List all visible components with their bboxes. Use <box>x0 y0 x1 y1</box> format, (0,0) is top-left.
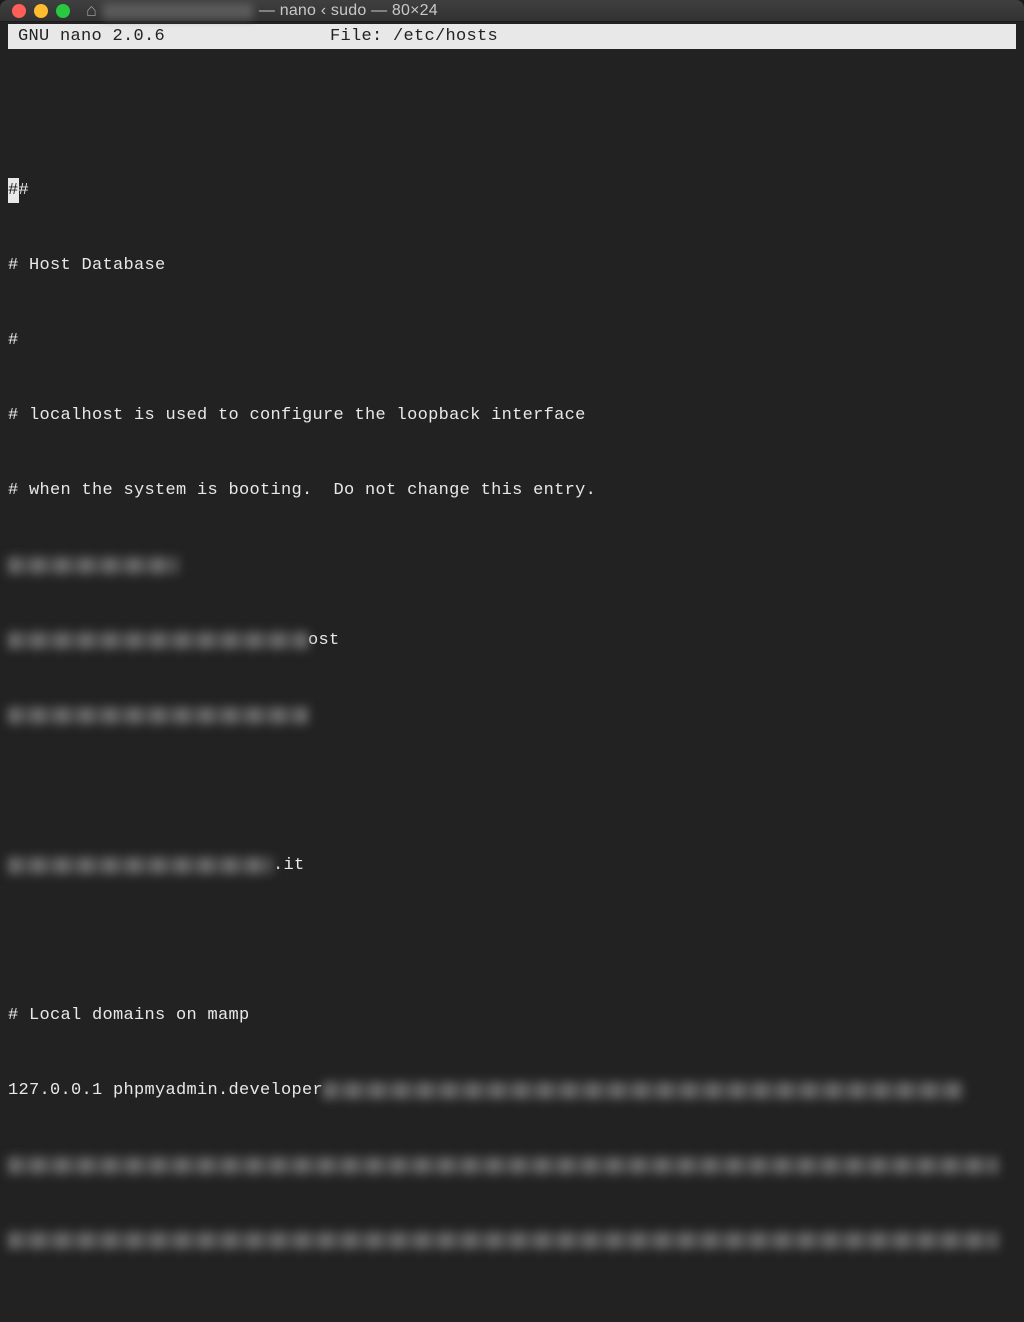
text-line: # <box>19 178 30 203</box>
text-line: # localhost is used to configure the loo… <box>8 403 1016 428</box>
redacted-text <box>8 632 308 649</box>
text-fragment: .it <box>273 853 305 878</box>
cursor: # <box>8 178 19 203</box>
redacted-text <box>8 557 178 574</box>
redacted-text <box>8 857 273 874</box>
terminal-window: ⌂ — nano ‹ sudo — 80×24 GNU nano 2.0.6 F… <box>0 0 1024 661</box>
close-icon[interactable] <box>12 4 26 18</box>
redacted-text <box>8 1157 998 1174</box>
redacted-text <box>8 707 308 724</box>
zoom-icon[interactable] <box>56 4 70 18</box>
traffic-lights <box>12 4 70 18</box>
text-line: 127.0.0.1 phpmyadmin.developer <box>8 1078 323 1103</box>
redacted-text <box>323 1082 963 1099</box>
text-line: # when the system is booting. Do not cha… <box>8 478 1016 503</box>
text-line: # <box>8 328 1016 353</box>
nano-header: GNU nano 2.0.6 File: /etc/hosts <box>8 24 1016 49</box>
terminal-area[interactable]: GNU nano 2.0.6 File: /etc/hosts ## # Hos… <box>0 22 1024 1322</box>
editor-content[interactable]: ## # Host Database # # localhost is used… <box>8 49 1016 1322</box>
nano-app-name: GNU nano 2.0.6 <box>10 24 330 49</box>
title-redacted <box>103 3 253 19</box>
minimize-icon[interactable] <box>34 4 48 18</box>
nano-file-label: File: /etc/hosts <box>330 24 1014 49</box>
titlebar[interactable]: ⌂ — nano ‹ sudo — 80×24 <box>0 0 1024 22</box>
redacted-text <box>8 1232 998 1249</box>
window-title: — nano ‹ sudo — 80×24 <box>259 2 438 20</box>
text-line: # Host Database <box>8 253 1016 278</box>
text-fragment: ost <box>308 628 340 653</box>
home-icon: ⌂ <box>86 0 97 21</box>
text-line: # Local domains on mamp <box>8 1003 1016 1028</box>
